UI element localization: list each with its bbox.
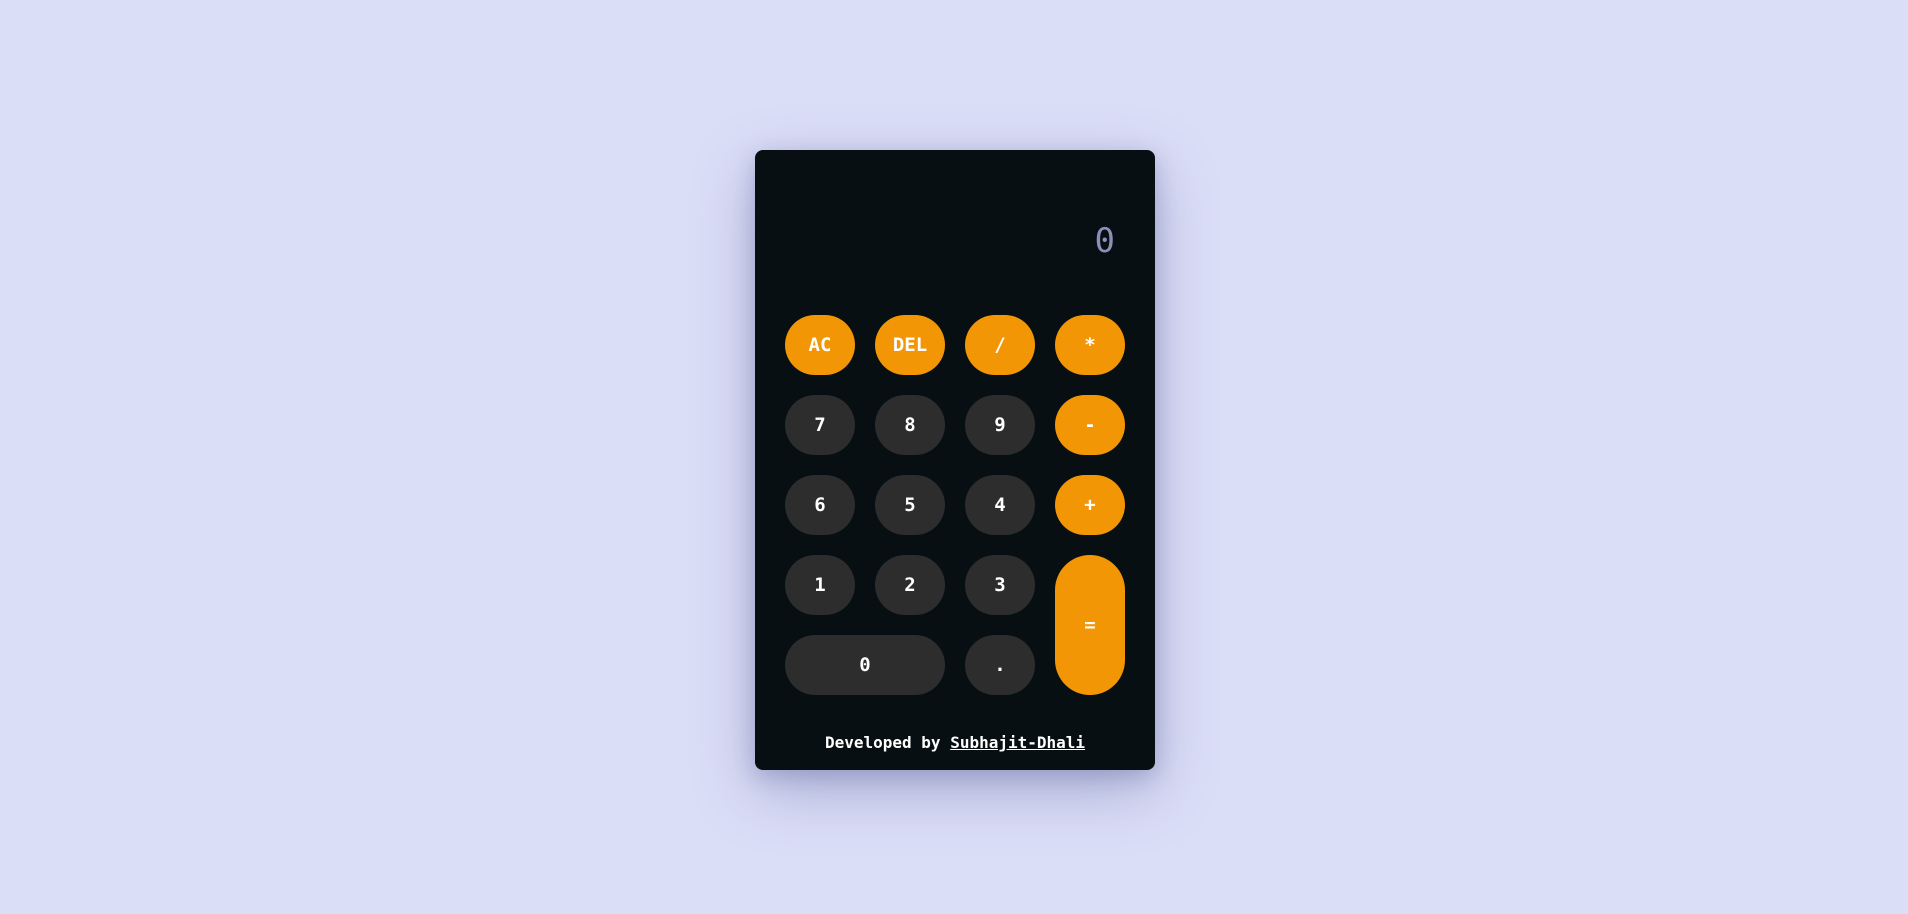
digit-9-button[interactable]: 9 xyxy=(965,395,1035,455)
footer-prefix: Developed by xyxy=(824,733,941,752)
digit-0-button[interactable]: 0 xyxy=(785,635,945,695)
digit-7-button[interactable]: 7 xyxy=(785,395,855,455)
digit-6-button[interactable]: 6 xyxy=(785,475,855,535)
calculator-display: 0 xyxy=(1094,221,1115,261)
delete-button[interactable]: DEL xyxy=(875,315,945,375)
calculator: 0 AC DEL / * 7 8 9 - 6 5 4 + 1 2 3 = 0 .… xyxy=(755,150,1155,770)
decimal-button[interactable]: . xyxy=(965,635,1035,695)
digit-5-button[interactable]: 5 xyxy=(875,475,945,535)
digit-4-button[interactable]: 4 xyxy=(965,475,1035,535)
author-link[interactable]: Subhajit-Dhali xyxy=(950,733,1085,752)
digit-2-button[interactable]: 2 xyxy=(875,555,945,615)
minus-button[interactable]: - xyxy=(1055,395,1125,455)
multiply-button[interactable]: * xyxy=(1055,315,1125,375)
footer-credit: Developed by Subhajit-Dhali xyxy=(755,733,1155,752)
plus-button[interactable]: + xyxy=(1055,475,1125,535)
divide-button[interactable]: / xyxy=(965,315,1035,375)
digit-1-button[interactable]: 1 xyxy=(785,555,855,615)
keypad: AC DEL / * 7 8 9 - 6 5 4 + 1 2 3 = 0 . xyxy=(785,315,1125,695)
equals-button[interactable]: = xyxy=(1055,555,1125,695)
digit-8-button[interactable]: 8 xyxy=(875,395,945,455)
clear-all-button[interactable]: AC xyxy=(785,315,855,375)
digit-3-button[interactable]: 3 xyxy=(965,555,1035,615)
